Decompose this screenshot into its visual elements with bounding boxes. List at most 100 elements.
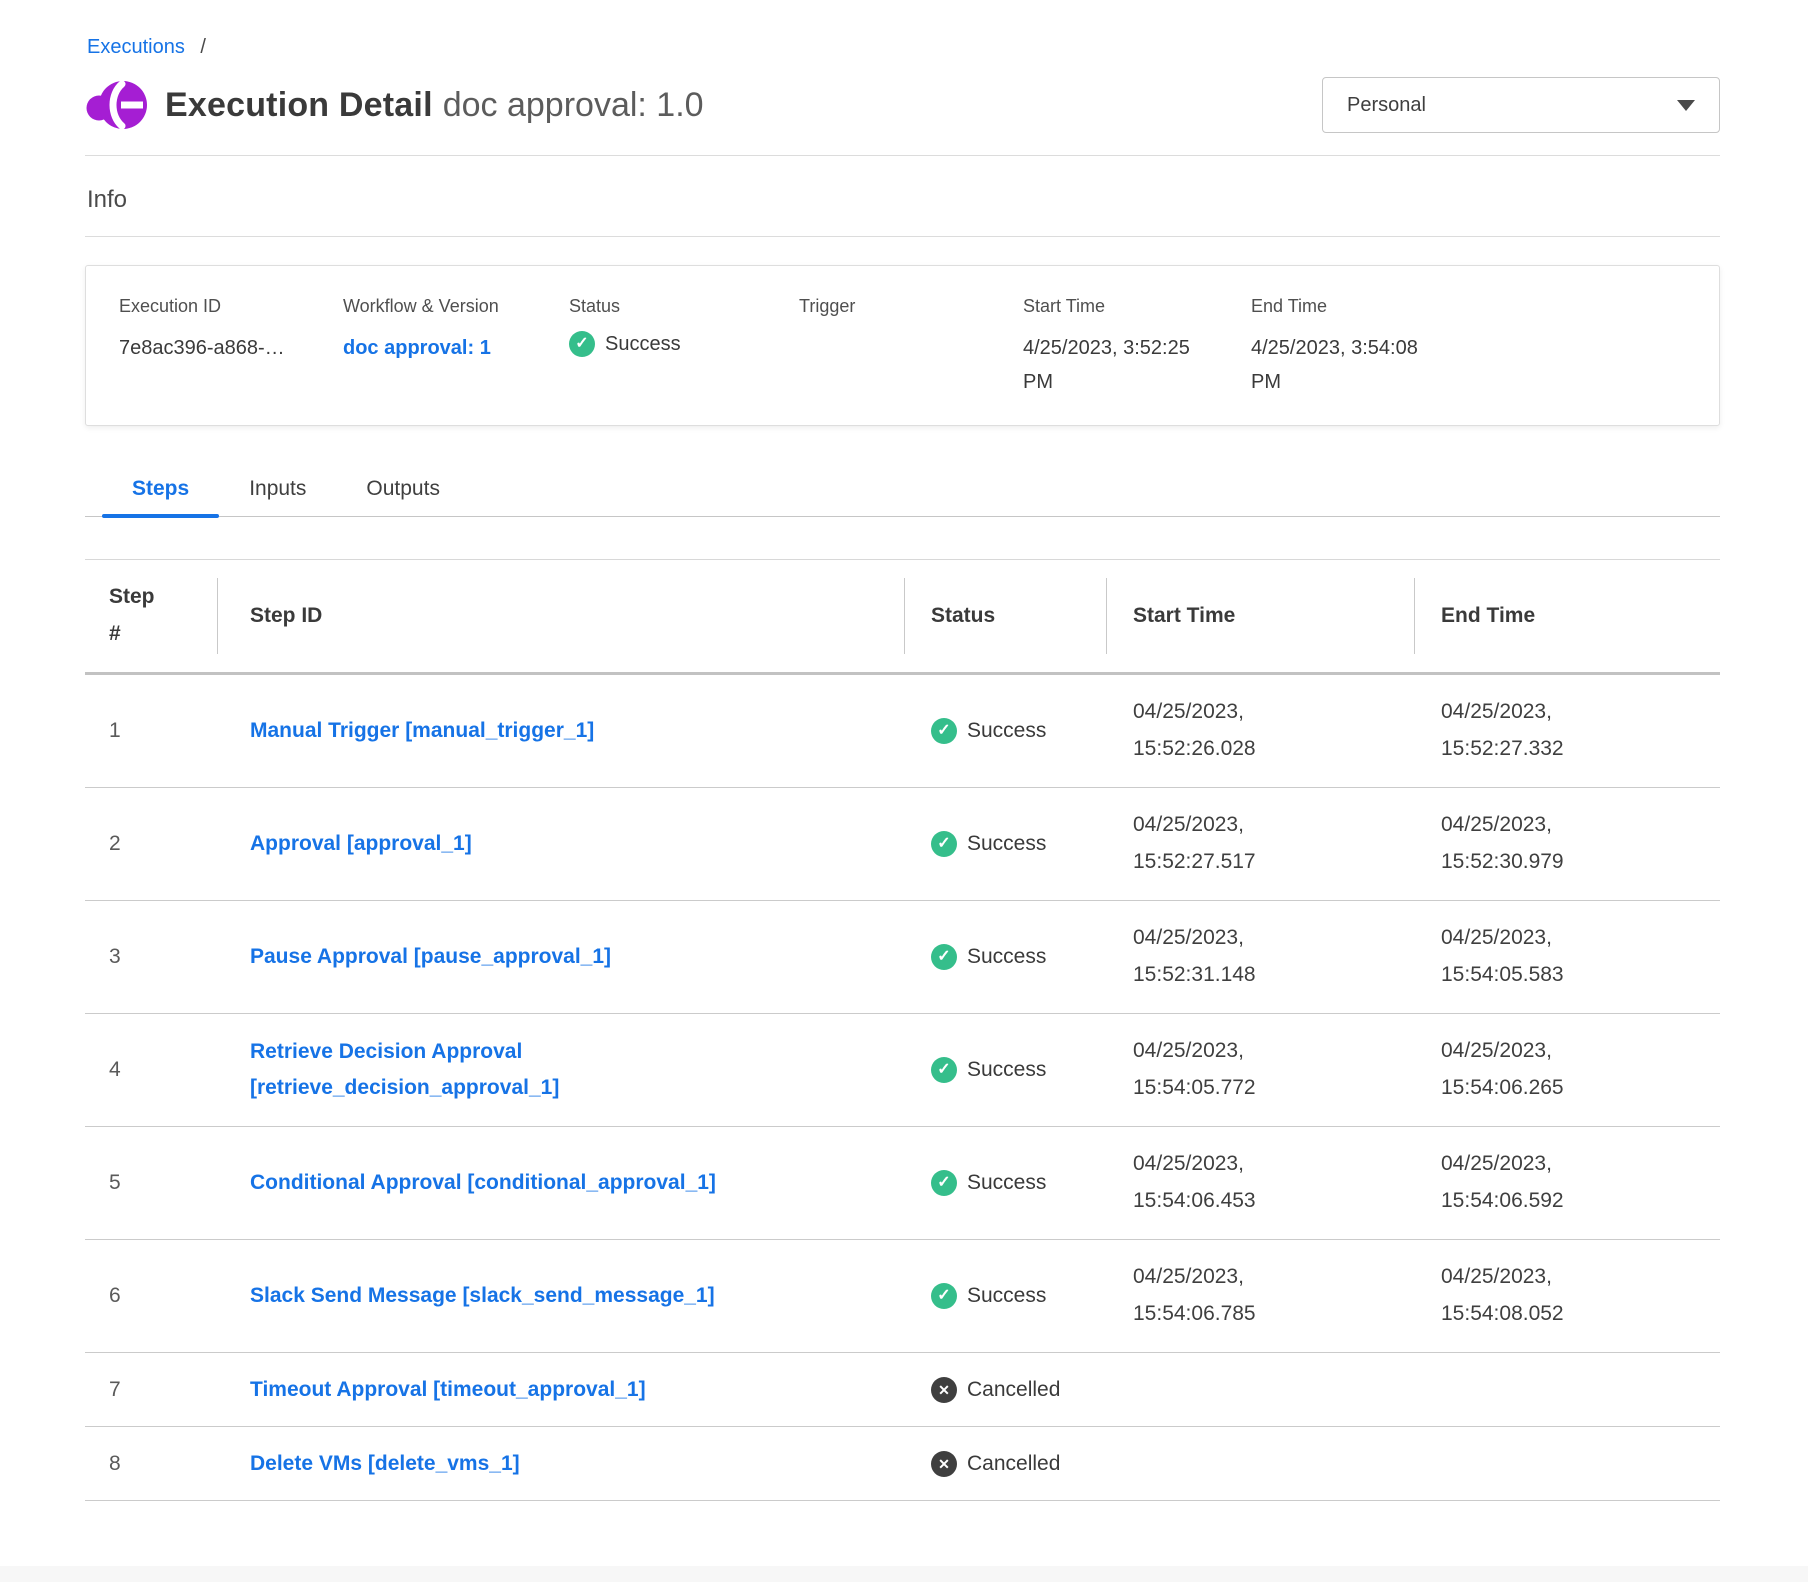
step-id-link[interactable]: Pause Approval [pause_approval_1] — [250, 939, 611, 975]
page-title: Execution Detail — [165, 86, 433, 124]
step-number-cell: 1 — [85, 719, 218, 743]
step-id-cell: Timeout Approval [timeout_approval_1] — [218, 1372, 905, 1408]
table-row: 4 Retrieve Decision Approval [retrieve_d… — [85, 1014, 1720, 1127]
success-check-icon: ✓ — [931, 1057, 957, 1083]
trigger-label: Trigger — [799, 296, 1007, 317]
status-text: Success — [967, 1058, 1046, 1082]
table-row: 8 Delete VMs [delete_vms_1] ✕ Cancelled — [85, 1427, 1720, 1501]
cancelled-x-icon: ✕ — [931, 1377, 957, 1403]
execution-detail-page: Executions / Execution Detail doc approva… — [0, 0, 1808, 1501]
title-row: Execution Detail doc approval: 1.0 Person… — [85, 77, 1720, 133]
step-number-cell: 2 — [85, 832, 218, 856]
status-text: Success — [967, 1171, 1046, 1195]
column-header-step-id: Step ID — [218, 560, 905, 672]
info-field-end-time: End Time 4/25/2023, 3:54:08 PM — [1251, 296, 1467, 399]
step-status-cell: ✕ Cancelled — [905, 1451, 1107, 1477]
status-text: Success — [967, 832, 1046, 856]
step-id-link[interactable]: Delete VMs [delete_vms_1] — [250, 1446, 520, 1482]
step-status-cell: ✓ Success — [905, 831, 1107, 857]
success-check-icon: ✓ — [569, 331, 595, 357]
step-id-link[interactable]: Retrieve Decision Approval [retrieve_dec… — [250, 1034, 770, 1105]
step-start-time-cell: 04/25/2023, 15:54:06.785 — [1107, 1259, 1415, 1333]
step-id-link[interactable]: Timeout Approval [timeout_approval_1] — [250, 1372, 646, 1408]
step-id-cell: Pause Approval [pause_approval_1] — [218, 939, 905, 975]
tab-steps[interactable]: Steps — [102, 462, 219, 516]
step-status-cell: ✓ Success — [905, 718, 1107, 744]
table-row: 5 Conditional Approval [conditional_appr… — [85, 1127, 1720, 1240]
step-id-cell: Slack Send Message [slack_send_message_1… — [218, 1278, 905, 1314]
tab-outputs[interactable]: Outputs — [336, 462, 470, 516]
workflow-label: Workflow & Version — [343, 296, 553, 317]
status-label: Status — [569, 296, 783, 317]
step-number-cell: 6 — [85, 1284, 218, 1308]
step-end-time-cell: 04/25/2023, 15:52:27.332 — [1415, 694, 1720, 768]
scope-dropdown-value: Personal — [1347, 94, 1426, 117]
execution-id-label: Execution ID — [119, 296, 327, 317]
step-status-cell: ✓ Success — [905, 1283, 1107, 1309]
workflow-version-link[interactable]: doc approval: 1 — [343, 337, 491, 359]
tab-inputs[interactable]: Inputs — [219, 462, 336, 516]
step-status-cell: ✕ Cancelled — [905, 1377, 1107, 1403]
info-field-trigger: Trigger — [799, 296, 1023, 399]
step-id-link[interactable]: Manual Trigger [manual_trigger_1] — [250, 713, 594, 749]
steps-table: Step # Step ID Status Start Time End Tim… — [85, 559, 1720, 1501]
step-start-time-cell: 04/25/2023, 15:52:27.517 — [1107, 807, 1415, 881]
status-text: Success — [967, 945, 1046, 969]
scope-dropdown[interactable]: Personal — [1322, 77, 1720, 133]
step-end-time-cell: 04/25/2023, 15:54:08.052 — [1415, 1259, 1720, 1333]
step-number-cell: 3 — [85, 945, 218, 969]
step-id-link[interactable]: Slack Send Message [slack_send_message_1… — [250, 1278, 715, 1314]
step-id-link[interactable]: Conditional Approval [conditional_approv… — [250, 1165, 716, 1201]
breadcrumb: Executions / — [87, 36, 1720, 59]
status-text: Cancelled — [967, 1452, 1060, 1476]
success-check-icon: ✓ — [931, 1170, 957, 1196]
tab-bar: Steps Inputs Outputs — [85, 462, 1720, 517]
end-time-value: 4/25/2023, 3:54:08 PM — [1251, 331, 1451, 399]
step-id-cell: Manual Trigger [manual_trigger_1] — [218, 713, 905, 749]
status-value: Success — [605, 333, 681, 356]
status-text: Success — [967, 719, 1046, 743]
success-check-icon: ✓ — [931, 1283, 957, 1309]
breadcrumb-executions-link[interactable]: Executions — [87, 36, 185, 58]
page-subtitle: doc approval: 1.0 — [443, 86, 704, 124]
info-field-execution-id: Execution ID 7e8ac396-a868-… — [119, 296, 343, 399]
success-check-icon: ✓ — [931, 718, 957, 744]
step-end-time-cell: 04/25/2023, 15:54:05.583 — [1415, 920, 1720, 994]
column-header-status: Status — [905, 560, 1107, 672]
chevron-down-icon — [1677, 100, 1695, 111]
info-field-workflow: Workflow & Version doc approval: 1 — [343, 296, 569, 399]
status-text: Cancelled — [967, 1378, 1060, 1402]
info-section-title: Info — [87, 186, 1720, 214]
step-status-cell: ✓ Success — [905, 944, 1107, 970]
column-header-end-time: End Time — [1415, 560, 1720, 672]
step-number-cell: 4 — [85, 1058, 218, 1082]
info-card: Execution ID 7e8ac396-a868-… Workflow & … — [85, 265, 1720, 426]
column-header-step-number: Step # — [85, 560, 218, 672]
step-end-time-cell: 04/25/2023, 15:54:06.592 — [1415, 1146, 1720, 1220]
step-id-cell: Retrieve Decision Approval [retrieve_dec… — [218, 1034, 905, 1105]
end-time-label: End Time — [1251, 296, 1451, 317]
step-end-time-cell: 04/25/2023, 15:54:06.265 — [1415, 1033, 1720, 1107]
step-start-time-cell: 04/25/2023, 15:52:26.028 — [1107, 694, 1415, 768]
success-check-icon: ✓ — [931, 831, 957, 857]
step-start-time-cell: 04/25/2023, 15:54:05.772 — [1107, 1033, 1415, 1107]
table-row: 1 Manual Trigger [manual_trigger_1] ✓ Su… — [85, 675, 1720, 788]
info-field-status: Status ✓ Success — [569, 296, 799, 399]
table-row: 2 Approval [approval_1] ✓ Success 04/25/… — [85, 788, 1720, 901]
cancelled-x-icon: ✕ — [931, 1451, 957, 1477]
success-check-icon: ✓ — [931, 944, 957, 970]
steps-table-body: 1 Manual Trigger [manual_trigger_1] ✓ Su… — [85, 675, 1720, 1501]
step-number-cell: 8 — [85, 1452, 218, 1476]
step-id-cell: Delete VMs [delete_vms_1] — [218, 1446, 905, 1482]
page-bottom-strip — [0, 1566, 1808, 1582]
start-time-label: Start Time — [1023, 296, 1235, 317]
step-id-link[interactable]: Approval [approval_1] — [250, 826, 472, 862]
step-end-time-cell: 04/25/2023, 15:52:30.979 — [1415, 807, 1720, 881]
workflow-logo-icon — [85, 77, 147, 133]
table-row: 7 Timeout Approval [timeout_approval_1] … — [85, 1353, 1720, 1427]
steps-table-header: Step # Step ID Status Start Time End Tim… — [85, 560, 1720, 675]
step-start-time-cell: 04/25/2023, 15:54:06.453 — [1107, 1146, 1415, 1220]
table-row: 6 Slack Send Message [slack_send_message… — [85, 1240, 1720, 1353]
title-divider — [85, 155, 1720, 156]
breadcrumb-separator: / — [200, 36, 206, 58]
